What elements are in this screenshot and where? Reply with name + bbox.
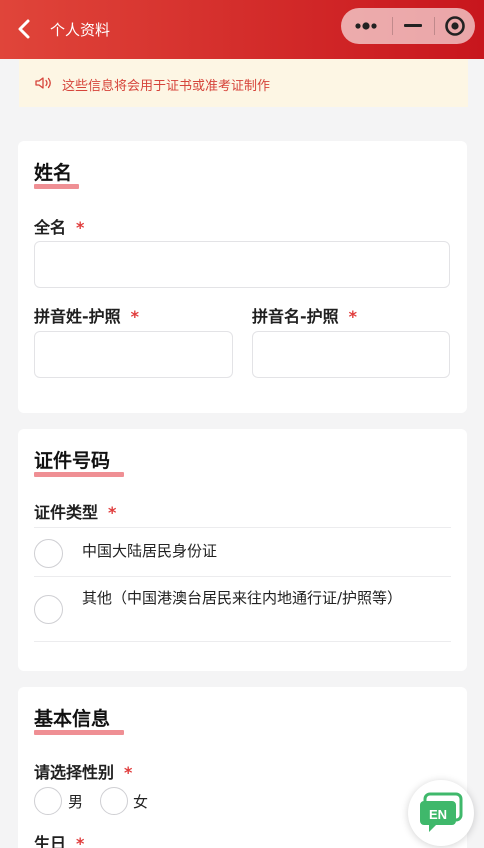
required-mark: * — [108, 503, 117, 522]
chevron-left-icon — [18, 19, 30, 39]
given-name-label: 拼音名-护照 * — [252, 303, 357, 327]
gender-female-radio[interactable] — [100, 787, 128, 815]
chat-button-text: EN — [429, 807, 447, 822]
chat-bubble-en-icon: EN — [420, 792, 463, 832]
radio-button[interactable] — [34, 539, 63, 568]
full-name-input[interactable] — [34, 241, 450, 288]
required-mark: * — [76, 218, 85, 237]
gender-label: 请选择性别 * — [34, 759, 132, 783]
id-card: 证件号码 证件类型 * 中国大陆居民身份证 其他（中国港澳台居民来往内地通行证/护… — [18, 429, 467, 671]
target-close-icon — [445, 16, 465, 36]
section-title: 基本信息 — [34, 708, 111, 730]
section-title: 姓名 — [34, 162, 73, 184]
option-label: 其他（中国港澳台居民来往内地通行证/护照等） — [82, 589, 403, 607]
title-underline — [34, 184, 79, 189]
birthday-label: 生日 * — [34, 830, 84, 848]
more-dots-icon — [355, 22, 377, 30]
required-mark: * — [124, 763, 133, 782]
required-mark: * — [348, 307, 358, 326]
gender-male-radio[interactable] — [34, 787, 62, 815]
gender-female-label: 女 — [133, 793, 149, 811]
minimize-button[interactable] — [393, 8, 433, 44]
required-mark: * — [130, 307, 140, 326]
id-option-mainland[interactable]: 中国大陆居民身份证 — [34, 527, 451, 576]
back-button[interactable] — [12, 16, 38, 42]
page-title: 个人资料 — [50, 21, 111, 39]
notice-banner: 这些信息将会用于证书或准考证制作 — [19, 59, 468, 107]
radio-button[interactable] — [34, 595, 63, 624]
title-underline — [34, 472, 124, 477]
surname-label-text: 拼音姓-护照 — [34, 307, 121, 326]
birthday-label-text: 生日 — [34, 834, 67, 848]
mini-program-capsule — [341, 8, 475, 44]
section-title: 证件号码 — [34, 450, 111, 472]
option-label: 中国大陆居民身份证 — [82, 542, 218, 560]
language-chat-button[interactable]: EN — [408, 780, 474, 846]
surname-label: 拼音姓-护照 * — [34, 303, 139, 327]
id-type-label-text: 证件类型 — [34, 503, 99, 522]
required-mark: * — [76, 834, 85, 848]
id-type-label: 证件类型 * — [34, 499, 116, 523]
close-button[interactable] — [435, 8, 475, 44]
given-name-label-text: 拼音名-护照 — [252, 307, 339, 326]
full-name-label: 全名 * — [34, 214, 84, 238]
full-name-label-text: 全名 — [34, 218, 67, 237]
gender-label-text: 请选择性别 — [34, 763, 115, 782]
surname-input[interactable] — [34, 331, 233, 378]
more-button[interactable] — [341, 8, 391, 44]
title-underline — [34, 730, 124, 735]
basic-info-card: 基本信息 请选择性别 * 男 女 生日 * — [18, 687, 467, 848]
name-card: 姓名 全名 * 拼音姓-护照 * 拼音名-护照 * — [18, 141, 467, 413]
given-name-input[interactable] — [252, 331, 450, 378]
id-option-other[interactable]: 其他（中国港澳台居民来往内地通行证/护照等） — [34, 576, 451, 642]
notice-text: 这些信息将会用于证书或准考证制作 — [62, 79, 271, 94]
gender-male-label: 男 — [68, 793, 84, 811]
title-bar: 个人资料 — [0, 0, 484, 59]
speaker-icon — [35, 77, 51, 89]
minus-icon — [404, 24, 422, 27]
